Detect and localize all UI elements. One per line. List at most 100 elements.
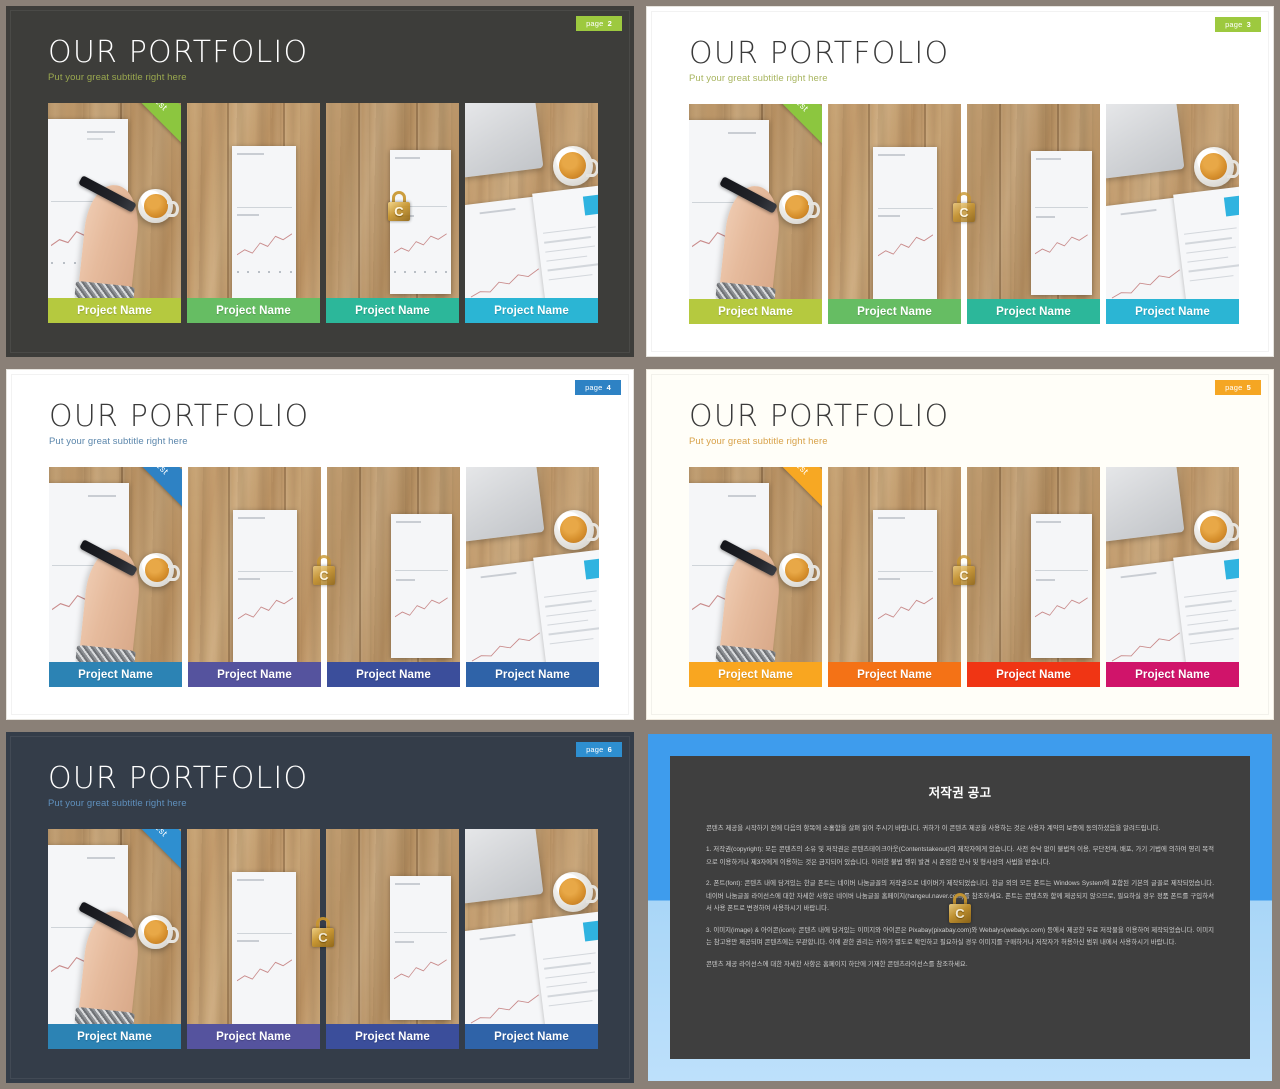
page-badge: page 2 bbox=[576, 16, 622, 31]
chart-sheet bbox=[232, 871, 297, 1024]
slide-cell-5: page 6 OUR PORTFOLIO Put your great subt… bbox=[0, 726, 640, 1089]
page-badge: page 4 bbox=[575, 380, 621, 395]
project-name-bar[interactable]: Project Name bbox=[187, 298, 320, 323]
project-name-label: Project Name bbox=[718, 305, 793, 318]
project-name-bar[interactable]: Project Name bbox=[48, 298, 181, 323]
project-name-bar[interactable]: Project Name bbox=[465, 1024, 598, 1049]
portfolio-card[interactable]: Project Name bbox=[466, 467, 599, 687]
project-name-bar[interactable]: Project Name bbox=[326, 298, 459, 323]
wood-seam bbox=[357, 829, 360, 1024]
page-badge: page 3 bbox=[1215, 17, 1261, 32]
page-badge-word: page bbox=[586, 745, 604, 754]
project-name-bar[interactable]: Project Name bbox=[689, 299, 822, 324]
portfolio-card[interactable]: Project Name bbox=[465, 103, 598, 323]
project-name-label: Project Name bbox=[77, 304, 152, 317]
doc-tag bbox=[583, 920, 598, 942]
card-photo-desk-laptop bbox=[465, 829, 598, 1024]
slide-orange-light[interactable]: page 5 OUR PORTFOLIO Put your great subt… bbox=[646, 369, 1274, 720]
project-name-label: Project Name bbox=[216, 1030, 291, 1043]
project-name-label: Project Name bbox=[77, 1030, 152, 1043]
project-name-label: Project Name bbox=[996, 305, 1071, 318]
portfolio-card[interactable]: Project Name bbox=[326, 829, 459, 1049]
slide-cell-1: page 2 OUR PORTFOLIO Put your great subt… bbox=[0, 0, 640, 363]
portfolio-card[interactable]: Project Name bbox=[327, 467, 460, 687]
portfolio-cards: Best Project Name bbox=[48, 103, 598, 323]
page-subtitle: Put your great subtitle right here bbox=[48, 71, 187, 83]
project-name-bar[interactable]: Project Name bbox=[466, 662, 599, 687]
copyright-paragraph-license: 콘텐츠 제공 라이선스에 대한 자세한 사항은 홈페이지 하단에 기재한 콘텐츠… bbox=[706, 960, 968, 968]
chart-sheet bbox=[389, 875, 451, 1021]
portfolio-card[interactable]: Project Name bbox=[187, 829, 320, 1049]
page-badge-word: page bbox=[1225, 383, 1243, 392]
portfolio-card[interactable]: Project Name bbox=[188, 467, 321, 687]
portfolio-card[interactable]: Project Name bbox=[465, 829, 598, 1049]
slide-green-dark[interactable]: page 2 OUR PORTFOLIO Put your great subt… bbox=[6, 6, 634, 357]
project-name-bar[interactable]: Project Name bbox=[465, 298, 598, 323]
document-sheet bbox=[532, 910, 598, 1024]
portfolio-card[interactable]: Project Name bbox=[1106, 104, 1239, 324]
page-badge-number: 4 bbox=[606, 383, 611, 392]
doc-tag bbox=[583, 194, 598, 216]
portfolio-card[interactable]: Best Project Name bbox=[49, 467, 182, 687]
best-ribbon-label: Best bbox=[790, 104, 811, 113]
project-name-bar[interactable]: Project Name bbox=[187, 1024, 320, 1049]
project-name-bar[interactable]: Project Name bbox=[326, 1024, 459, 1049]
wood-seam bbox=[357, 103, 360, 298]
portfolio-card[interactable]: Project Name bbox=[187, 103, 320, 323]
project-name-bar[interactable]: Project Name bbox=[689, 662, 822, 687]
project-name-bar[interactable]: Project Name bbox=[327, 662, 460, 687]
wood-seam bbox=[867, 467, 870, 662]
page-title: OUR PORTFOLIO bbox=[48, 761, 309, 796]
coffee-cup bbox=[1193, 146, 1239, 187]
project-name-bar[interactable]: Project Name bbox=[828, 662, 961, 687]
card-photo-hand-chart bbox=[48, 829, 181, 1024]
coffee-cup bbox=[552, 871, 598, 912]
coffee-cup bbox=[779, 552, 820, 588]
document-sheet bbox=[532, 184, 598, 298]
project-name-label: Project Name bbox=[857, 305, 932, 318]
project-name-label: Project Name bbox=[857, 668, 932, 681]
portfolio-card[interactable]: Project Name bbox=[828, 467, 961, 687]
document-sheet bbox=[1173, 548, 1239, 662]
slide-green-light[interactable]: page 3 OUR PORTFOLIO Put your great subt… bbox=[646, 6, 1274, 357]
chart-sheet bbox=[389, 149, 451, 295]
project-name-bar[interactable]: Project Name bbox=[188, 662, 321, 687]
wood-seam bbox=[227, 467, 230, 662]
page-subtitle: Put your great subtitle right here bbox=[49, 435, 188, 447]
project-name-bar[interactable]: Project Name bbox=[967, 299, 1100, 324]
portfolio-card[interactable]: Best Project Name bbox=[48, 103, 181, 323]
portfolio-card[interactable]: Project Name bbox=[967, 104, 1100, 324]
portfolio-card[interactable]: Best Project Name bbox=[48, 829, 181, 1049]
portfolio-card[interactable]: Project Name bbox=[828, 104, 961, 324]
slide-blue-dark[interactable]: page 6 OUR PORTFOLIO Put your great subt… bbox=[6, 732, 634, 1083]
project-name-bar[interactable]: Project Name bbox=[49, 662, 182, 687]
portfolio-card[interactable]: Project Name bbox=[1106, 467, 1239, 687]
project-name-label: Project Name bbox=[494, 1030, 569, 1043]
card-photo-chart-paper-2 bbox=[327, 467, 460, 662]
portfolio-card[interactable]: Project Name bbox=[967, 467, 1100, 687]
laptop-illustration bbox=[466, 467, 545, 542]
project-name-label: Project Name bbox=[495, 668, 570, 681]
portfolio-card[interactable]: Project Name bbox=[326, 103, 459, 323]
project-name-bar[interactable]: Project Name bbox=[828, 299, 961, 324]
laptop-illustration bbox=[1106, 467, 1185, 542]
page-badge-number: 6 bbox=[607, 745, 612, 754]
laptop-illustration bbox=[1106, 104, 1185, 179]
project-name-bar[interactable]: Project Name bbox=[1106, 299, 1239, 324]
page-badge-number: 3 bbox=[1246, 20, 1251, 29]
portfolio-cards: Best Project Name bbox=[49, 467, 599, 687]
project-name-bar[interactable]: Project Name bbox=[967, 662, 1100, 687]
coffee-cup bbox=[139, 552, 180, 588]
slide-cell-2: page 3 OUR PORTFOLIO Put your great subt… bbox=[640, 0, 1280, 363]
chart-sheet bbox=[873, 146, 938, 299]
portfolio-card[interactable]: Best Project Name bbox=[689, 467, 822, 687]
project-name-bar[interactable]: Project Name bbox=[1106, 662, 1239, 687]
wood-seam bbox=[226, 829, 229, 1024]
card-photo-hand-chart bbox=[689, 467, 822, 662]
slide-blue-light[interactable]: page 4 OUR PORTFOLIO Put your great subt… bbox=[6, 369, 634, 720]
copyright-notice-slide[interactable]: 저작권 공고 콘텐츠 제공을 시작하기 전에 다음의 항목에 소홀함을 살펴 읽… bbox=[648, 734, 1272, 1081]
project-name-bar[interactable]: Project Name bbox=[48, 1024, 181, 1049]
portfolio-card[interactable]: Best Project Name bbox=[689, 104, 822, 324]
card-photo-chart-paper bbox=[187, 829, 320, 1024]
wood-seam bbox=[998, 104, 1001, 299]
